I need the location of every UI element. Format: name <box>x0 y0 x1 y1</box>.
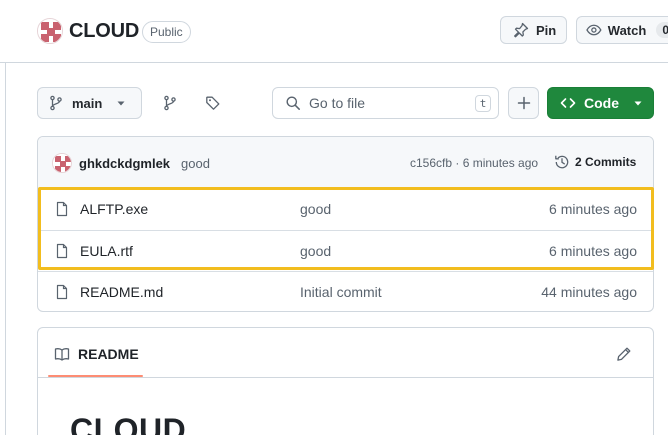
tag-icon <box>206 96 220 110</box>
file-name[interactable]: EULA.rtf <box>80 243 133 259</box>
file-icon <box>56 243 68 259</box>
commit-message[interactable]: good <box>181 156 210 171</box>
file-commit-message[interactable]: Initial commit <box>300 284 382 300</box>
identicon-icon <box>53 154 71 172</box>
watch-label: Watch <box>607 22 647 38</box>
file-row[interactable]: EULA.rtf good 6 minutes ago <box>38 230 653 271</box>
book-icon <box>54 348 70 361</box>
file-updated-time: 6 minutes ago <box>549 243 637 259</box>
repo-name[interactable]: CLOUD <box>69 20 139 43</box>
readme-heading: CLOUD <box>70 412 187 435</box>
commit-hash-time[interactable]: c156cfb · 6 minutes ago <box>410 156 538 170</box>
file-updated-time: 44 minutes ago <box>541 284 637 300</box>
commits-history-link[interactable]: 2 Commits <box>554 154 636 170</box>
edit-readme-button[interactable] <box>615 345 633 363</box>
search-placeholder: Go to file <box>309 95 366 111</box>
file-icon <box>56 284 68 300</box>
plus-icon <box>517 96 530 110</box>
git-branch-icon <box>164 95 176 111</box>
add-file-button[interactable] <box>508 87 539 119</box>
go-to-file-input[interactable]: Go to file t <box>272 87 499 119</box>
file-commit-message[interactable]: good <box>300 201 331 217</box>
code-button[interactable]: Code <box>547 87 654 119</box>
readme-divider <box>38 377 653 378</box>
commits-count: 2 Commits <box>575 155 637 169</box>
watch-button[interactable]: Watch 0 <box>576 16 668 44</box>
file-icon <box>56 201 68 217</box>
triangle-down-icon <box>117 101 125 106</box>
pencil-icon <box>617 347 631 361</box>
latest-commit-bar: ghkdckdgmlek good c156cfb · 6 minutes ag… <box>38 137 653 189</box>
commit-author-avatar[interactable] <box>52 153 72 173</box>
branch-icon <box>50 95 62 111</box>
triangle-down-icon <box>634 101 642 106</box>
watch-count: 0 <box>656 22 668 38</box>
readme-tab[interactable]: README <box>54 346 139 362</box>
branch-name: main <box>72 95 103 111</box>
branches-link[interactable] <box>160 93 180 113</box>
shortcut-key: t <box>475 95 491 112</box>
file-name[interactable]: README.md <box>80 284 163 300</box>
file-name[interactable]: ALFTP.exe <box>80 201 148 217</box>
commit-author[interactable]: ghkdckdgmlek <box>79 156 170 171</box>
file-list: ALFTP.exe good 6 minutes ago EULA.rtf go… <box>38 189 653 311</box>
file-row[interactable]: ALFTP.exe good 6 minutes ago <box>38 189 653 230</box>
tags-link[interactable] <box>203 93 223 113</box>
code-icon <box>560 98 576 108</box>
search-icon <box>286 96 300 110</box>
code-label: Code <box>584 95 619 111</box>
layout-divider <box>5 63 6 435</box>
file-updated-time: 6 minutes ago <box>549 201 637 217</box>
eye-icon <box>586 24 602 36</box>
visibility-badge: Public <box>142 21 191 43</box>
file-browser: ghkdckdgmlek good c156cfb · 6 minutes ag… <box>37 136 654 312</box>
history-icon <box>555 155 569 169</box>
file-row[interactable]: README.md Initial commit 44 minutes ago <box>38 271 653 311</box>
pin-icon <box>514 22 529 38</box>
pin-label: Pin <box>536 22 557 38</box>
readme-panel: README CLOUD <box>37 327 654 435</box>
repo-owner-avatar[interactable] <box>37 18 63 44</box>
file-commit-message[interactable]: good <box>300 243 331 259</box>
readme-tab-label: README <box>78 346 139 362</box>
pin-button[interactable]: Pin <box>500 16 567 44</box>
branch-selector[interactable]: main <box>37 87 142 119</box>
